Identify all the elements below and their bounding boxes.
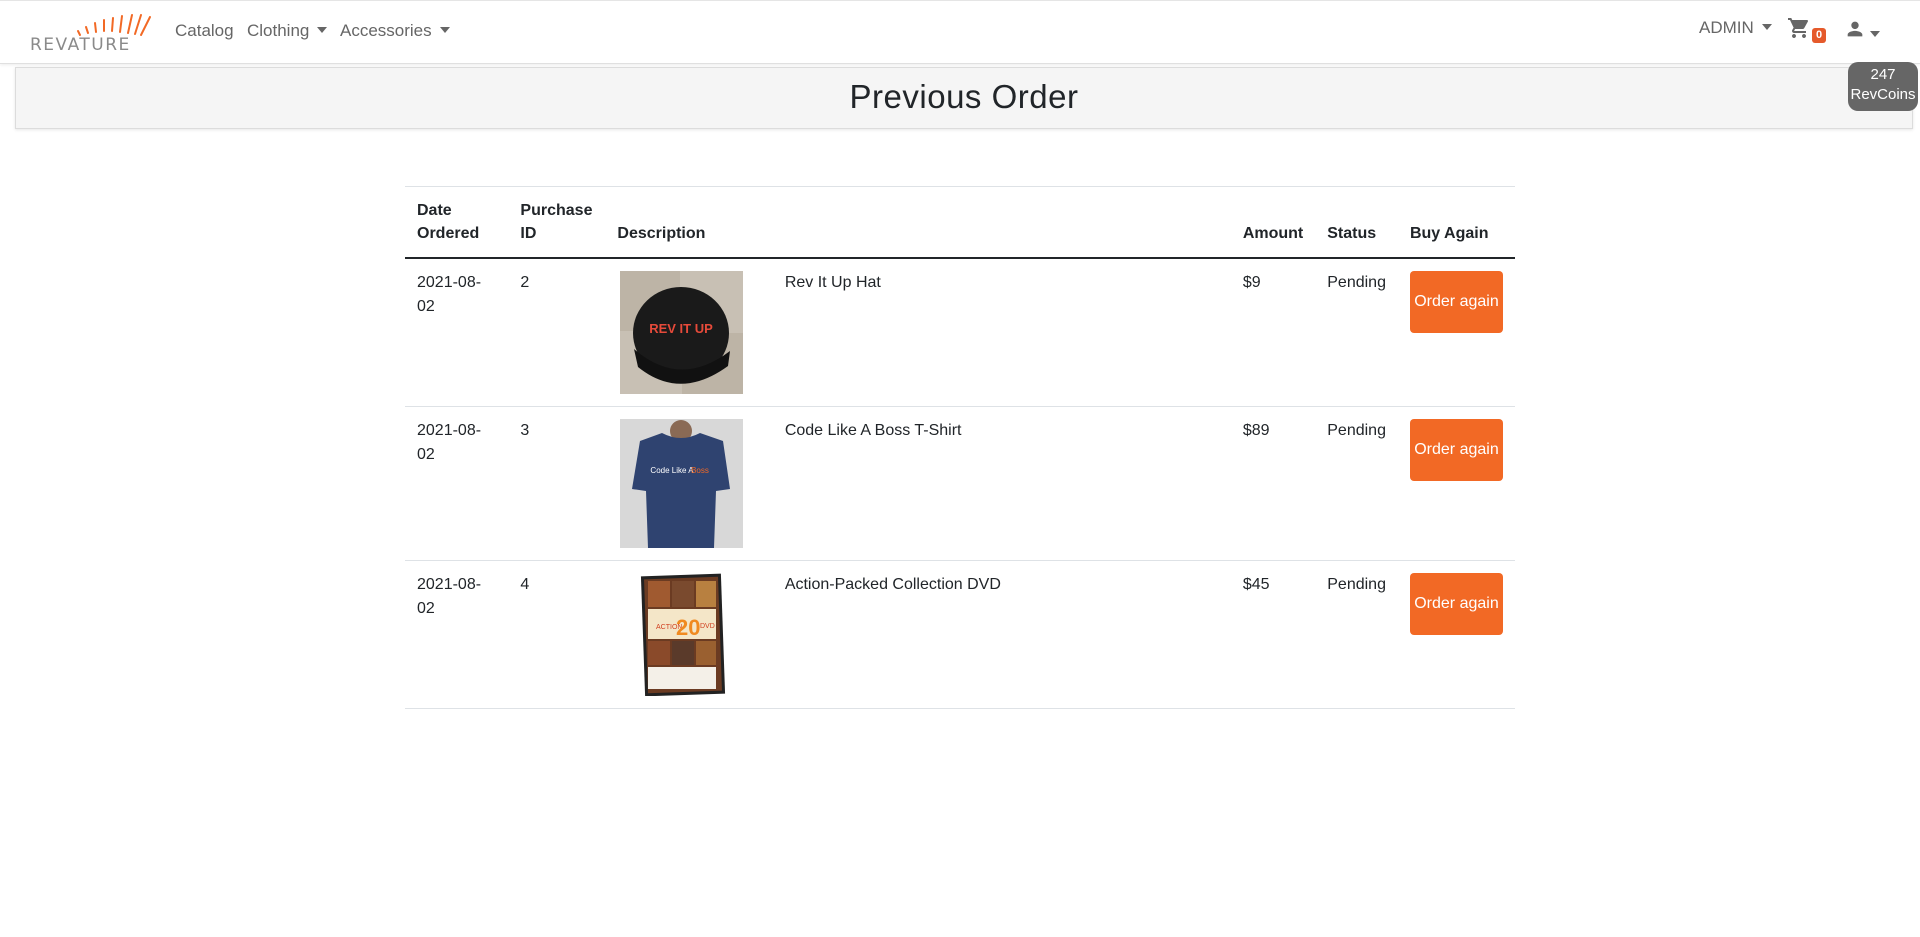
cart-count-badge: 0	[1812, 28, 1827, 43]
cell-buy-again: Order again	[1397, 560, 1515, 709]
cell-amount: $89	[1230, 406, 1316, 561]
user-menu-button[interactable]	[1844, 18, 1884, 42]
order-again-button[interactable]: Order again	[1409, 271, 1503, 333]
cell-date: 2021-08-02	[405, 406, 509, 561]
cell-status: Pending	[1315, 560, 1398, 709]
table-row: 2021-08-02 3 Code Like A Boss Code Like …	[405, 406, 1515, 561]
order-again-button[interactable]: Order again	[1409, 573, 1503, 635]
header-description: Description	[605, 186, 773, 259]
cell-purchase-id: 4	[508, 560, 606, 709]
cell-purchase-id: 3	[508, 406, 606, 561]
nav-catalog[interactable]: Catalog	[175, 21, 234, 41]
nav-admin-dropdown[interactable]: ADMIN	[1699, 18, 1772, 38]
cell-purchase-id: 2	[508, 258, 606, 407]
dvd-text-c: DVD	[700, 623, 715, 630]
nav-clothing-label: Clothing	[247, 21, 310, 40]
hat-image: REV IT UP	[620, 271, 744, 394]
order-again-button[interactable]: Order again	[1409, 419, 1503, 481]
cart-icon	[1788, 18, 1809, 38]
tshirt-image: Code Like A Boss	[620, 419, 744, 548]
nav-accessories-label: Accessories	[340, 21, 432, 40]
top-navbar: REVATURE Catalog Clothing Accessories AD…	[0, 0, 1920, 64]
cell-buy-again: Order again	[1397, 258, 1515, 407]
nav-clothing-dropdown[interactable]: Clothing	[247, 21, 328, 41]
header-description-spacer	[772, 186, 1231, 259]
cell-buy-again: Order again	[1397, 406, 1515, 561]
table-header-row: Date Ordered Purchase ID Description Amo…	[405, 186, 1515, 259]
hat-text: REV IT UP	[650, 321, 714, 336]
header-buy-again: Buy Again	[1397, 186, 1515, 259]
page-title: Previous Order	[849, 78, 1079, 115]
revcoins-amount: 247	[1870, 66, 1896, 83]
shirt-text-a: Code Like A	[651, 466, 695, 475]
chevron-down-icon	[1761, 24, 1772, 30]
cell-amount: $9	[1230, 258, 1316, 407]
table-row: 2021-08-02 4 ACTION 20 DVD Action-Packed…	[405, 560, 1515, 709]
cell-description: Rev It Up Hat	[772, 258, 1231, 407]
user-icon	[1847, 21, 1863, 37]
cell-status: Pending	[1315, 258, 1398, 407]
chevron-down-icon	[1870, 31, 1880, 37]
cell-date: 2021-08-02	[405, 258, 509, 407]
chevron-down-icon	[439, 27, 450, 33]
cell-image: ACTION 20 DVD	[605, 560, 773, 709]
dvd-text-b: 20	[676, 615, 700, 640]
cell-description: Action-Packed Collection DVD	[772, 560, 1231, 709]
nav-admin-label: ADMIN	[1699, 18, 1754, 37]
orders-table: Date Ordered Purchase ID Description Amo…	[405, 186, 1515, 709]
cell-amount: $45	[1230, 560, 1316, 709]
cell-image: REV IT UP	[605, 258, 773, 407]
cell-date: 2021-08-02	[405, 560, 509, 709]
revature-logo[interactable]: REVATURE	[30, 11, 155, 55]
dvd-image: ACTION 20 DVD	[620, 573, 744, 696]
revcoins-badge: 247 RevCoins	[1848, 62, 1918, 111]
revcoins-label: RevCoins	[1850, 86, 1916, 103]
nav-accessories-dropdown[interactable]: Accessories	[340, 21, 450, 41]
cell-image: Code Like A Boss	[605, 406, 773, 561]
page-header: Previous Order	[15, 67, 1913, 129]
logo-text: REVATURE	[30, 35, 131, 55]
logo-rays-icon	[77, 14, 151, 36]
shirt-text-b: Boss	[691, 466, 709, 475]
chevron-down-icon	[317, 27, 328, 33]
cell-description: Code Like A Boss T-Shirt	[772, 406, 1231, 561]
cell-status: Pending	[1315, 406, 1398, 561]
header-date-ordered: Date Ordered	[405, 186, 509, 259]
header-amount: Amount	[1230, 186, 1316, 259]
header-status: Status	[1315, 186, 1398, 259]
table-row: 2021-08-02 2 REV IT UP Rev It Up Hat $9 …	[405, 258, 1515, 407]
header-purchase-id: Purchase ID	[508, 186, 606, 259]
cart-button[interactable]: 0	[1787, 16, 1827, 46]
